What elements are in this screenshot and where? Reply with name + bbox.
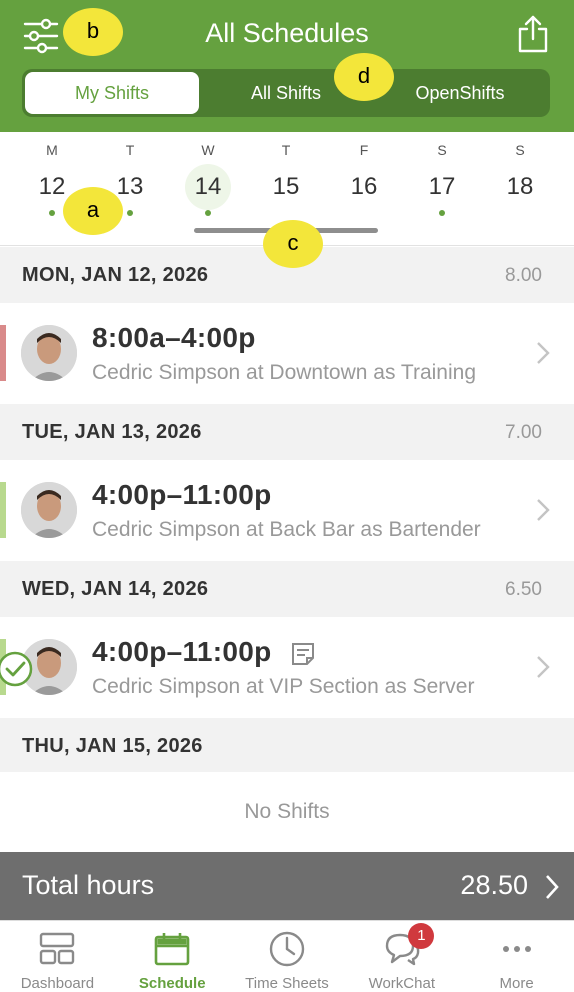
day-sunday[interactable]: S 18 — [490, 140, 550, 210]
avatar — [21, 325, 77, 381]
shift-filter-segmented-control: My Shifts All Shifts OpenShifts — [22, 69, 550, 117]
segment-my-shifts[interactable]: My Shifts — [25, 72, 199, 114]
total-hours-label: Total hours — [22, 870, 155, 900]
chevron-right-icon — [537, 499, 550, 521]
shift-row[interactable]: 8:00a–4:00p Cedric Simpson at Downtown a… — [0, 303, 574, 403]
shift-time: 4:00p–11:00p — [92, 479, 272, 510]
day-friday[interactable]: F 16 — [334, 140, 394, 210]
tab-workchat[interactable]: 1 WorkChat — [344, 921, 459, 992]
total-hours-value: 28.50 — [460, 870, 528, 900]
day-letter: T — [125, 142, 135, 158]
section-date: MON, JAN 12, 2026 — [22, 264, 209, 286]
tab-label: Schedule — [138, 975, 206, 992]
tab-label: WorkChat — [368, 975, 435, 992]
unread-badge: 1 — [408, 923, 435, 949]
section-hours: 8.00 — [505, 265, 542, 286]
shift-row[interactable]: 4:00p–11:00p Cedric Simpson at Back Bar … — [0, 460, 574, 560]
day-section-header: TUE, JAN 13, 2026 7.00 — [0, 404, 574, 460]
day-letter: W — [201, 142, 215, 158]
tab-more[interactable]: More — [459, 921, 574, 992]
section-date: WED, JAN 14, 2026 — [22, 578, 209, 600]
tab-label: Time Sheets — [245, 975, 329, 992]
day-section-header: WED, JAN 14, 2026 6.50 — [0, 561, 574, 617]
shift-status-bar — [0, 482, 6, 538]
clock-icon — [269, 931, 305, 967]
annotation-marker-d: d — [334, 53, 394, 101]
section-date: TUE, JAN 13, 2026 — [22, 421, 202, 443]
empty-shifts-message: No Shifts — [0, 772, 574, 852]
section-date: THU, JAN 15, 2026 — [22, 735, 203, 757]
annotation-marker-b: b — [63, 8, 123, 56]
tab-label: Dashboard — [20, 975, 95, 992]
shift-row[interactable]: 4:00p–11:00p Cedric Simpson at VIP Secti… — [0, 617, 574, 717]
chevron-right-icon — [537, 656, 550, 678]
day-letter: S — [437, 142, 447, 158]
tab-label: More — [499, 975, 534, 992]
share-icon[interactable] — [516, 14, 550, 54]
checkmark-circle-icon — [0, 651, 33, 687]
day-letter: M — [46, 142, 58, 158]
note-icon — [292, 643, 314, 665]
day-letter: S — [515, 142, 525, 158]
day-letter: T — [281, 142, 291, 158]
shift-time: 8:00a–4:00p — [92, 322, 256, 353]
calendar-icon — [154, 933, 190, 966]
dashboard-icon — [40, 932, 75, 965]
annotation-marker-c: c — [263, 220, 323, 268]
shift-time: 4:00p–11:00p — [92, 636, 272, 667]
section-hours: 7.00 — [505, 422, 542, 443]
day-letter: F — [359, 142, 369, 158]
day-thursday[interactable]: T 15 — [256, 140, 316, 210]
chevron-right-icon — [537, 342, 550, 364]
day-number: 15 — [272, 173, 300, 200]
total-hours-bar[interactable]: Total hours 28.50 — [0, 852, 574, 920]
chevron-right-icon — [546, 875, 559, 899]
day-number-selected: 14 — [185, 164, 231, 210]
tab-schedule[interactable]: Schedule — [115, 921, 230, 992]
day-wednesday[interactable]: W 14 — [178, 140, 238, 216]
more-icon — [502, 946, 531, 952]
tab-dashboard[interactable]: Dashboard — [0, 921, 115, 992]
day-saturday[interactable]: S 17 — [412, 140, 472, 216]
day-number: 18 — [506, 173, 534, 200]
shift-status-bar — [0, 325, 6, 381]
day-number: 16 — [350, 173, 378, 200]
shift-indicator-dot — [205, 210, 211, 216]
shift-description: Cedric Simpson at Back Bar as Bartender — [92, 518, 481, 541]
section-hours: 6.50 — [505, 579, 542, 600]
annotation-marker-a: a — [63, 187, 123, 235]
shift-description: Cedric Simpson at Downtown as Training — [92, 361, 477, 384]
bottom-tab-bar: Dashboard Schedule Time Sheets 1 WorkCha… — [0, 920, 574, 992]
shift-indicator-dot — [439, 210, 445, 216]
shift-description: Cedric Simpson at VIP Section as Server — [92, 675, 475, 698]
segment-open-shifts[interactable]: OpenShifts — [373, 72, 547, 114]
avatar — [21, 482, 77, 538]
tab-time-sheets[interactable]: Time Sheets — [230, 921, 345, 992]
shift-indicator-dot — [49, 210, 55, 216]
shift-indicator-dot — [127, 210, 133, 216]
day-section-header: THU, JAN 15, 2026 — [0, 718, 574, 774]
day-number: 17 — [428, 173, 456, 200]
